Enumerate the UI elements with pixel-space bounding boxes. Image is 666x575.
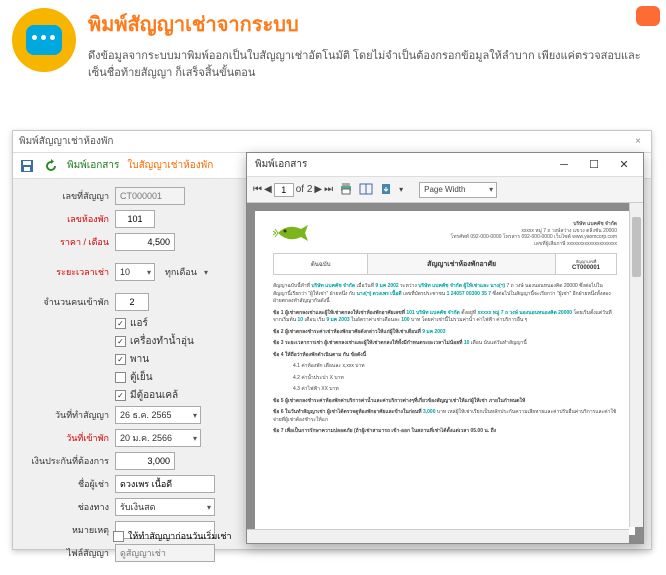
layout-icon[interactable] [359, 182, 373, 198]
furniture-checkbox[interactable] [115, 336, 126, 347]
prev-page-icon[interactable]: ◀ [264, 184, 272, 195]
deposit-label: เงินประกันที่ต้องการ [23, 454, 109, 468]
tenants-field[interactable] [115, 293, 149, 311]
contract-date-label: วันที่ทำสัญญา [23, 408, 109, 422]
room-no-label: เลขห้องพัก [23, 212, 109, 226]
print-window-title: พิมพ์เอกสาร [251, 157, 549, 172]
close-button[interactable]: ✕ [609, 154, 639, 176]
feature-icon [12, 8, 76, 72]
next-page-icon[interactable]: ▶ [314, 184, 322, 195]
document-viewport: บริษัท แบคคัช จำกัด xxxxx หมู่ 7 ถ วงษ์ส… [247, 203, 643, 543]
contract-no-label: เลขที่สัญญา [23, 189, 109, 203]
checkin-date-picker[interactable]: 20 ม.ค. 2566 [115, 429, 201, 447]
company-taxid: เลขที่ผู้เสียภาษี xxxxxxxxxxxxxxxxxxxx [451, 241, 617, 248]
deposit-field[interactable] [115, 452, 175, 470]
maximize-button[interactable]: ☐ [579, 154, 609, 176]
page-subtitle: ดึงข้อมูลจากระบบมาพิมพ์ออกเป็นใบสัญญาเช่… [88, 48, 654, 81]
contract-date-picker[interactable]: 26 ธ.ค. 2565 [115, 406, 201, 424]
rental-period-label: ระยะเวลาเช่า [23, 265, 109, 279]
last-page-icon[interactable]: ⏭ [324, 184, 333, 195]
contract-no-field [115, 187, 185, 205]
tenant-name-field[interactable] [115, 475, 215, 493]
vertical-scrollbar[interactable] [629, 203, 643, 527]
first-page-icon[interactable]: ⏮ [253, 184, 262, 195]
fan-checkbox[interactable] [115, 354, 126, 365]
page-total-label: of 2 [296, 184, 313, 195]
other-checkbox[interactable] [115, 390, 126, 401]
print-link[interactable]: พิมพ์เอกสาร [67, 158, 119, 173]
print-preview-window: พิมพ์เอกสาร ─ ☐ ✕ ⏮ ◀ of 2 ▶ ⏭ ▾ Page Wi… [246, 152, 644, 544]
minimize-button[interactable]: ─ [549, 154, 579, 176]
banner-left: ต้นฉบับ [274, 254, 368, 274]
save-icon[interactable] [19, 158, 35, 174]
banner-title: สัญญาเช่าห้องพักอาศัย [368, 254, 556, 274]
fridge-checkbox[interactable] [115, 372, 126, 383]
document-body: สัญญาฉบับนี้ทำที่ บริษัท แบคคัช จำกัด เม… [273, 283, 617, 436]
window-title: พิมพ์สัญญาเช่าห้องพัก [19, 134, 631, 149]
horizontal-scrollbar[interactable] [247, 529, 629, 543]
contract-file-field [115, 544, 215, 562]
contract-link[interactable]: ใบสัญญาเช่าห้องพัก [127, 158, 213, 173]
rental-period-select[interactable]: 10 [115, 263, 155, 281]
aircon-checkbox[interactable] [115, 318, 126, 329]
page-number-field[interactable] [274, 183, 294, 197]
payment-select[interactable]: รับเงินสด [115, 498, 215, 516]
pre-contract-checkbox[interactable] [113, 531, 124, 542]
price-label: ราคา / เดือน [23, 235, 109, 249]
room-no-field[interactable] [115, 210, 155, 228]
page-title: พิมพ์สัญญาเช่าจากระบบ [88, 8, 654, 40]
zoom-select[interactable]: Page Width [419, 182, 497, 198]
company-contact: โทรศัพท์ 092-000-0000 โทรสาร 092-000-000… [451, 234, 617, 241]
price-field[interactable] [115, 233, 175, 251]
payment-label: ช่องทาง [23, 500, 109, 514]
export-icon[interactable] [379, 182, 393, 198]
company-logo [273, 221, 313, 245]
note-label: หมายเหตุ [23, 523, 109, 537]
checkin-label: วันที่เข้าพัก [23, 431, 109, 445]
tenants-label: จำนวนคนเข้าพัก [23, 295, 109, 309]
close-icon[interactable]: × [631, 136, 645, 147]
contract-file-label: ไฟล์สัญญา [23, 546, 109, 560]
tenant-name-label: ชื่อผู้เช่า [23, 477, 109, 491]
period-type-select[interactable]: ทุกเดือน [161, 263, 211, 281]
banner-contract-no: CT000001 [572, 265, 600, 271]
refresh-icon[interactable] [43, 158, 59, 174]
document-page: บริษัท แบคคัช จำกัด xxxxx หมู่ 7 ถ วงษ์ส… [255, 211, 635, 535]
print-icon[interactable] [339, 182, 353, 198]
